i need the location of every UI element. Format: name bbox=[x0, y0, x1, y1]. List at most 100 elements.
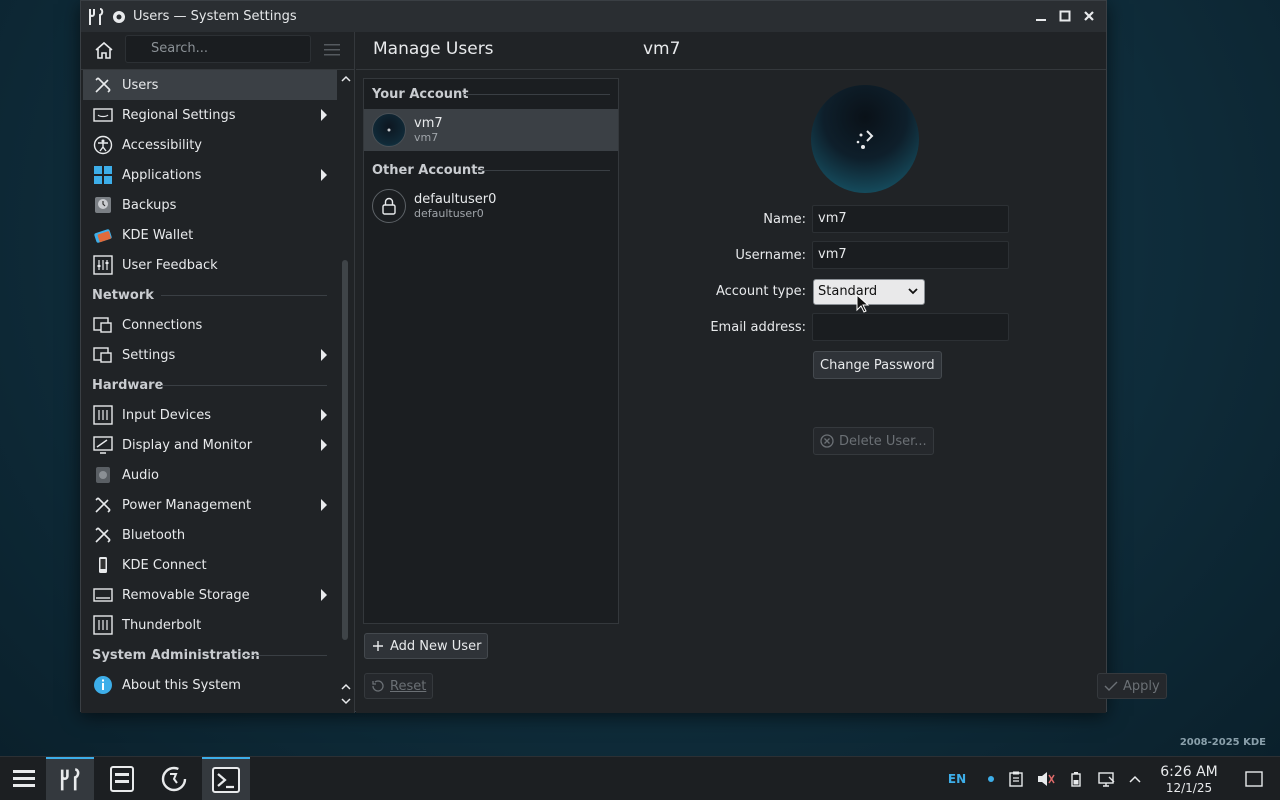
chevron-right-icon bbox=[321, 109, 327, 121]
system-settings-icon bbox=[60, 768, 80, 791]
sidebar-item-network-settings[interactable]: Settings bbox=[83, 340, 337, 370]
clock-date: 12/1/25 bbox=[1165, 781, 1213, 795]
taskbar-app-launcher[interactable] bbox=[0, 757, 48, 800]
sidebar-item-power-management[interactable]: Power Management bbox=[83, 490, 337, 520]
sidebar-item-label: Bluetooth bbox=[122, 527, 186, 543]
search-input[interactable]: Search... bbox=[125, 35, 311, 63]
email-field[interactable] bbox=[812, 313, 1009, 341]
sidebar-scrollbar[interactable] bbox=[339, 70, 353, 713]
sidebar-item-label: Power Management bbox=[122, 497, 252, 513]
sidebar-item-removable-storage[interactable]: Removable Storage bbox=[83, 580, 337, 610]
section-header-hardware: Hardware bbox=[83, 370, 337, 400]
username-label: Username: bbox=[735, 248, 806, 263]
chevron-right-icon bbox=[321, 169, 327, 181]
hamburger-menu-button[interactable] bbox=[321, 40, 343, 60]
apply-label: Apply bbox=[1123, 678, 1160, 694]
battery-icon[interactable] bbox=[1066, 769, 1086, 789]
keyboard-layout-indicator[interactable]: EN bbox=[946, 769, 968, 789]
terminal-icon bbox=[212, 767, 240, 793]
sidebar-item-connections[interactable]: Connections bbox=[83, 310, 337, 340]
taskbar-system-settings[interactable] bbox=[46, 757, 94, 800]
lock-icon bbox=[382, 197, 396, 215]
sidebar-item-thunderbolt[interactable]: Thunderbolt bbox=[83, 610, 337, 640]
titlebar[interactable]: Users — System Settings bbox=[81, 1, 1106, 32]
sidebar-item-label: About this System bbox=[122, 677, 241, 693]
sidebar-item-kde-connect[interactable]: KDE Connect bbox=[83, 550, 337, 580]
plus-icon bbox=[371, 639, 385, 653]
sidebar-item-label: Regional Settings bbox=[122, 107, 236, 123]
sidebar-item-bluetooth[interactable]: Bluetooth bbox=[83, 520, 337, 550]
taskbar: EN 6:26 AM 12/1/25 bbox=[0, 756, 1280, 800]
user-list-item-vm7[interactable]: vm7 vm7 bbox=[364, 109, 618, 151]
user-username: vm7 bbox=[414, 131, 439, 144]
reset-button[interactable]: Reset bbox=[364, 673, 434, 699]
sidebar-item-regional-settings[interactable]: Regional Settings bbox=[83, 100, 337, 130]
sidebar-item-display-monitor[interactable]: Display and Monitor bbox=[83, 430, 337, 460]
sidebar-item-input-devices[interactable]: Input Devices bbox=[83, 400, 337, 430]
user-avatar-large[interactable] bbox=[811, 85, 919, 193]
audio-icon bbox=[92, 464, 114, 486]
notification-dot-icon[interactable] bbox=[984, 769, 998, 789]
your-account-header: Your Account bbox=[364, 79, 618, 109]
sidebar-item-user-feedback[interactable]: User Feedback bbox=[83, 250, 337, 280]
system-settings-window: Users — System Settings Search... Users bbox=[80, 0, 1167, 713]
sidebar-item-backups[interactable]: Backups bbox=[83, 190, 337, 220]
clipboard-icon[interactable] bbox=[1006, 769, 1026, 789]
desktop-credit: 2008-2025 KDE bbox=[1179, 737, 1266, 748]
sidebar-item-kde-wallet[interactable]: KDE Wallet bbox=[83, 220, 337, 250]
connections-icon bbox=[92, 314, 114, 336]
sidebar-item-label: KDE Connect bbox=[122, 557, 207, 573]
change-password-button[interactable]: Change Password bbox=[813, 351, 942, 379]
removable-storage-icon bbox=[92, 584, 114, 606]
taskbar-discover[interactable] bbox=[150, 757, 198, 800]
sidebar-item-label: Accessibility bbox=[122, 137, 202, 153]
username-field[interactable]: vm7 bbox=[812, 241, 1009, 269]
close-button[interactable] bbox=[1078, 5, 1100, 27]
maximize-button[interactable] bbox=[1054, 5, 1076, 27]
delete-user-button[interactable]: Delete User... bbox=[813, 427, 934, 455]
network-icon[interactable] bbox=[1096, 769, 1118, 789]
volume-muted-icon[interactable] bbox=[1036, 769, 1056, 789]
backups-icon bbox=[92, 194, 114, 216]
sidebar-item-about-system[interactable]: About this System bbox=[83, 670, 337, 700]
sidebar-item-label: Removable Storage bbox=[122, 587, 250, 603]
checkmark-icon bbox=[1104, 679, 1118, 693]
user-feedback-icon bbox=[92, 254, 114, 276]
kde-wallet-icon bbox=[92, 224, 114, 246]
taskbar-terminal[interactable] bbox=[202, 757, 250, 800]
home-button[interactable] bbox=[91, 38, 117, 62]
user-avatar bbox=[372, 113, 406, 147]
show-desktop-button[interactable] bbox=[1242, 769, 1266, 789]
delete-icon bbox=[820, 434, 834, 448]
user-list-panel: Your Account vm7 vm7 Other Accounts defa… bbox=[363, 78, 619, 624]
clock-time: 6:26 AM bbox=[1160, 764, 1218, 780]
pin-icon[interactable] bbox=[111, 9, 127, 25]
minimize-button[interactable] bbox=[1030, 5, 1052, 27]
chevron-down-icon bbox=[908, 288, 918, 295]
expand-tray-icon[interactable] bbox=[1126, 769, 1144, 789]
sidebar-item-accessibility[interactable]: Accessibility bbox=[83, 130, 337, 160]
taskbar-file-manager[interactable] bbox=[98, 757, 146, 800]
sidebar-scroll-thumb[interactable] bbox=[342, 260, 348, 640]
power-management-icon bbox=[92, 494, 114, 516]
clock[interactable]: 6:26 AM 12/1/25 bbox=[1150, 764, 1228, 795]
mouse-cursor-icon bbox=[856, 294, 870, 313]
sidebar-item-label: Thunderbolt bbox=[122, 617, 202, 633]
section-header-system-administration: System Administration bbox=[83, 640, 337, 670]
scroll-up-icon bbox=[341, 683, 351, 690]
name-field[interactable]: vm7 bbox=[812, 205, 1009, 233]
user-list-item-defaultuser0[interactable]: defaultuser0 defaultuser0 bbox=[364, 185, 618, 227]
home-icon bbox=[95, 41, 113, 59]
sidebar-item-applications[interactable]: Applications bbox=[83, 160, 337, 190]
system-settings-app-icon[interactable] bbox=[85, 6, 107, 28]
regional-settings-icon bbox=[92, 104, 114, 126]
user-avatar bbox=[372, 189, 406, 223]
sidebar-item-users[interactable]: Users bbox=[83, 70, 337, 100]
chevron-right-icon bbox=[321, 409, 327, 421]
input-devices-icon bbox=[92, 404, 114, 426]
page-title: Manage Users bbox=[373, 39, 494, 59]
add-new-user-button[interactable]: Add New User bbox=[364, 633, 489, 659]
sidebar-item-audio[interactable]: Audio bbox=[83, 460, 337, 490]
apply-button[interactable]: Apply bbox=[1097, 673, 1167, 699]
reset-icon bbox=[371, 679, 385, 693]
